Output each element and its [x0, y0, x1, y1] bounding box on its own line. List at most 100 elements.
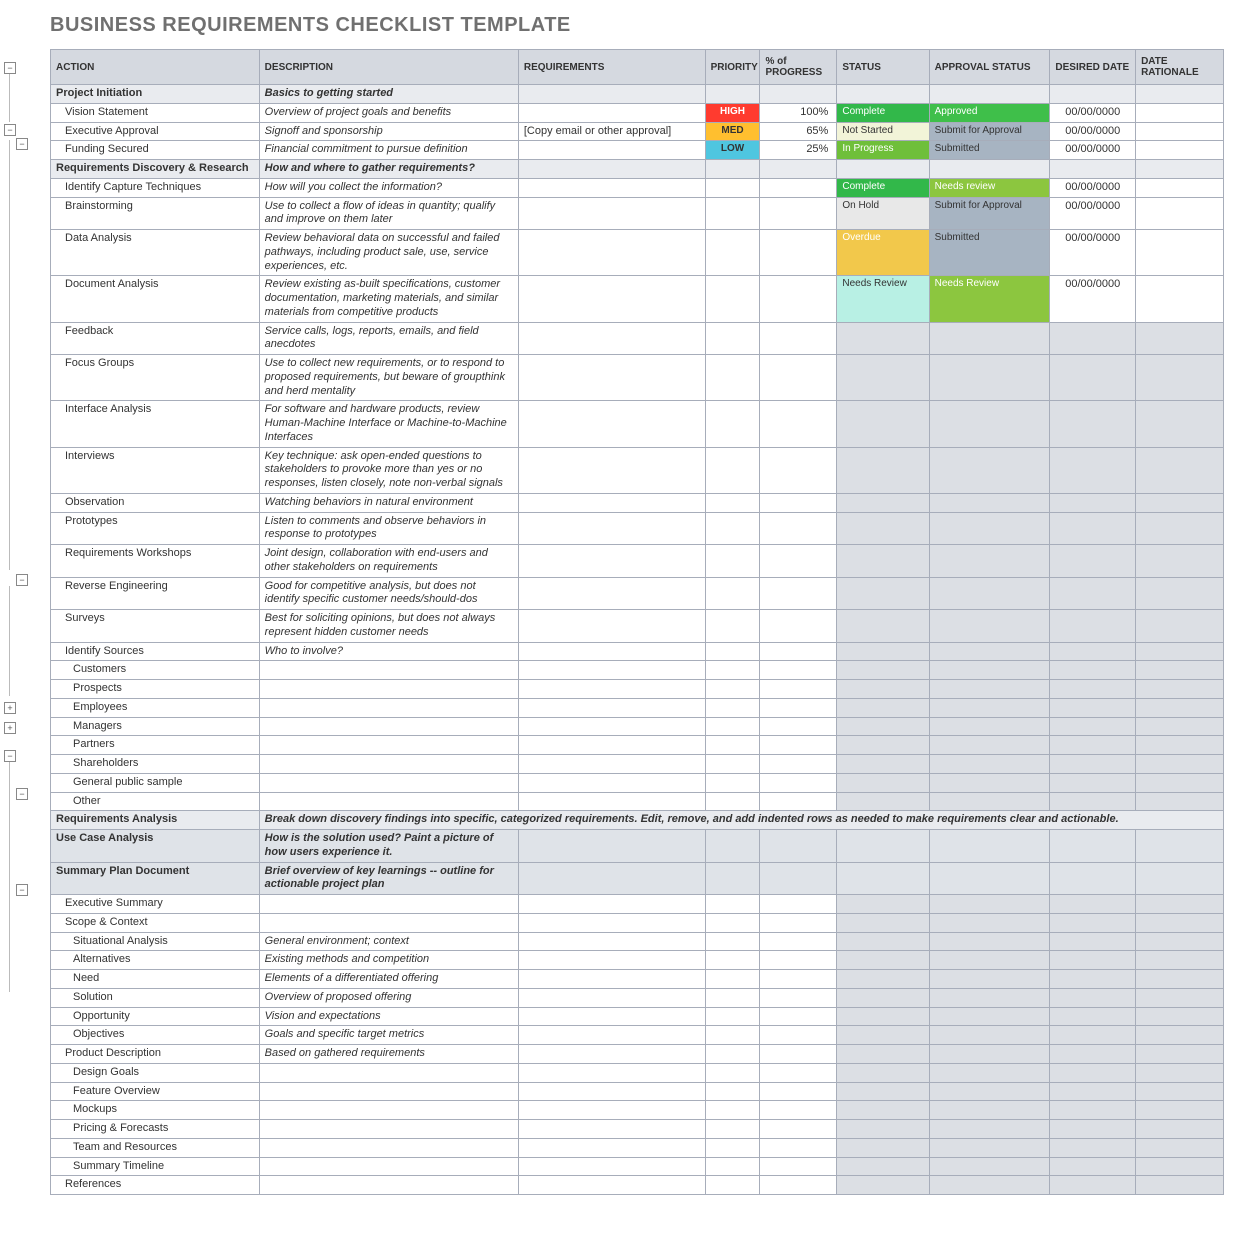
cell-description[interactable]: How will you collect the information?	[259, 178, 518, 197]
cell-rationale[interactable]	[1136, 610, 1224, 643]
cell-progress[interactable]	[760, 951, 837, 970]
cell-rationale[interactable]	[1136, 103, 1224, 122]
cell-description[interactable]: For software and hardware products, revi…	[259, 401, 518, 447]
cell-rationale[interactable]	[1136, 141, 1224, 160]
cell-approval[interactable]	[929, 610, 1050, 643]
table-row[interactable]: ObjectivesGoals and specific target metr…	[51, 1026, 1224, 1045]
cell-rationale[interactable]	[1136, 85, 1224, 104]
cell-action[interactable]: Shareholders	[51, 755, 260, 774]
cell-description[interactable]	[259, 1176, 518, 1195]
table-row[interactable]: Team and Resources	[51, 1138, 1224, 1157]
cell-action[interactable]: Alternatives	[51, 951, 260, 970]
cell-progress[interactable]	[760, 970, 837, 989]
cell-priority[interactable]	[705, 1157, 760, 1176]
cell-rationale[interactable]	[1136, 661, 1224, 680]
cell-priority[interactable]	[705, 932, 760, 951]
cell-action[interactable]: Feedback	[51, 322, 260, 355]
cell-status[interactable]	[837, 661, 929, 680]
cell-description[interactable]	[259, 1120, 518, 1139]
cell-progress[interactable]	[760, 913, 837, 932]
cell-requirements[interactable]	[518, 680, 705, 699]
cell-priority[interactable]	[705, 1026, 760, 1045]
cell-approval[interactable]	[929, 642, 1050, 661]
cell-requirements[interactable]	[518, 1026, 705, 1045]
cell-rationale[interactable]	[1136, 1026, 1224, 1045]
cell-approval[interactable]	[929, 913, 1050, 932]
cell-progress[interactable]	[760, 698, 837, 717]
cell-action[interactable]: Mockups	[51, 1101, 260, 1120]
cell-status[interactable]	[837, 1120, 929, 1139]
cell-requirements[interactable]	[518, 1120, 705, 1139]
cell-action[interactable]: Prospects	[51, 680, 260, 699]
cell-rationale[interactable]	[1136, 355, 1224, 401]
table-row[interactable]: Managers	[51, 717, 1224, 736]
cell-priority[interactable]	[705, 792, 760, 811]
cell-description[interactable]	[259, 1082, 518, 1101]
cell-rationale[interactable]	[1136, 512, 1224, 545]
cell-requirements[interactable]	[518, 141, 705, 160]
cell-action[interactable]: Need	[51, 970, 260, 989]
cell-date[interactable]: 00/00/0000	[1050, 276, 1136, 322]
cell-requirements[interactable]	[518, 1063, 705, 1082]
cell-date[interactable]	[1050, 355, 1136, 401]
cell-rationale[interactable]	[1136, 1007, 1224, 1026]
cell-date[interactable]: 00/00/0000	[1050, 178, 1136, 197]
cell-progress[interactable]	[760, 1007, 837, 1026]
cell-progress[interactable]	[760, 642, 837, 661]
table-row[interactable]: OpportunityVision and expectations	[51, 1007, 1224, 1026]
cell-rationale[interactable]	[1136, 1138, 1224, 1157]
cell-description[interactable]	[259, 755, 518, 774]
cell-date[interactable]	[1050, 85, 1136, 104]
cell-rationale[interactable]	[1136, 197, 1224, 230]
cell-approval[interactable]	[929, 970, 1050, 989]
cell-rationale[interactable]	[1136, 755, 1224, 774]
cell-priority[interactable]	[705, 970, 760, 989]
outline-collapse-icon[interactable]	[4, 62, 16, 74]
cell-status[interactable]	[837, 85, 929, 104]
cell-action[interactable]: Requirements Analysis	[51, 811, 260, 830]
col-date[interactable]: DESIRED DATE	[1050, 50, 1136, 85]
cell-rationale[interactable]	[1136, 1082, 1224, 1101]
cell-requirements[interactable]	[518, 276, 705, 322]
cell-date[interactable]	[1050, 401, 1136, 447]
cell-action[interactable]: Data Analysis	[51, 230, 260, 276]
cell-date[interactable]	[1050, 493, 1136, 512]
cell-requirements[interactable]	[518, 951, 705, 970]
cell-status[interactable]: On Hold	[837, 197, 929, 230]
cell-date[interactable]: 00/00/0000	[1050, 103, 1136, 122]
cell-status[interactable]	[837, 698, 929, 717]
cell-rationale[interactable]	[1136, 1157, 1224, 1176]
cell-rationale[interactable]	[1136, 447, 1224, 493]
outline-collapse-icon[interactable]	[16, 138, 28, 150]
cell-date[interactable]	[1050, 610, 1136, 643]
cell-rationale[interactable]	[1136, 642, 1224, 661]
cell-action[interactable]: Scope & Context	[51, 913, 260, 932]
cell-requirements[interactable]	[518, 830, 705, 863]
cell-rationale[interactable]	[1136, 970, 1224, 989]
col-status[interactable]: STATUS	[837, 50, 929, 85]
cell-status[interactable]: Needs Review	[837, 276, 929, 322]
cell-action[interactable]: Situational Analysis	[51, 932, 260, 951]
cell-description[interactable]: Joint design, collaboration with end-use…	[259, 545, 518, 578]
cell-requirements[interactable]	[518, 355, 705, 401]
cell-requirements[interactable]	[518, 970, 705, 989]
cell-date[interactable]	[1050, 773, 1136, 792]
cell-progress[interactable]: 100%	[760, 103, 837, 122]
cell-description[interactable]: Brief overview of key learnings -- outli…	[259, 862, 518, 895]
cell-status[interactable]	[837, 160, 929, 179]
cell-date[interactable]	[1050, 988, 1136, 1007]
cell-date[interactable]	[1050, 862, 1136, 895]
cell-progress[interactable]	[760, 545, 837, 578]
cell-action[interactable]: Employees	[51, 698, 260, 717]
col-priority[interactable]: PRIORITY	[705, 50, 760, 85]
cell-progress[interactable]: 25%	[760, 141, 837, 160]
cell-status[interactable]	[837, 1101, 929, 1120]
cell-date[interactable]: 00/00/0000	[1050, 141, 1136, 160]
cell-action[interactable]: Objectives	[51, 1026, 260, 1045]
cell-progress[interactable]	[760, 1082, 837, 1101]
cell-description[interactable]	[259, 1157, 518, 1176]
cell-rationale[interactable]	[1136, 1063, 1224, 1082]
cell-priority[interactable]	[705, 1101, 760, 1120]
cell-progress[interactable]	[760, 197, 837, 230]
cell-approval[interactable]: Submit for Approval	[929, 197, 1050, 230]
